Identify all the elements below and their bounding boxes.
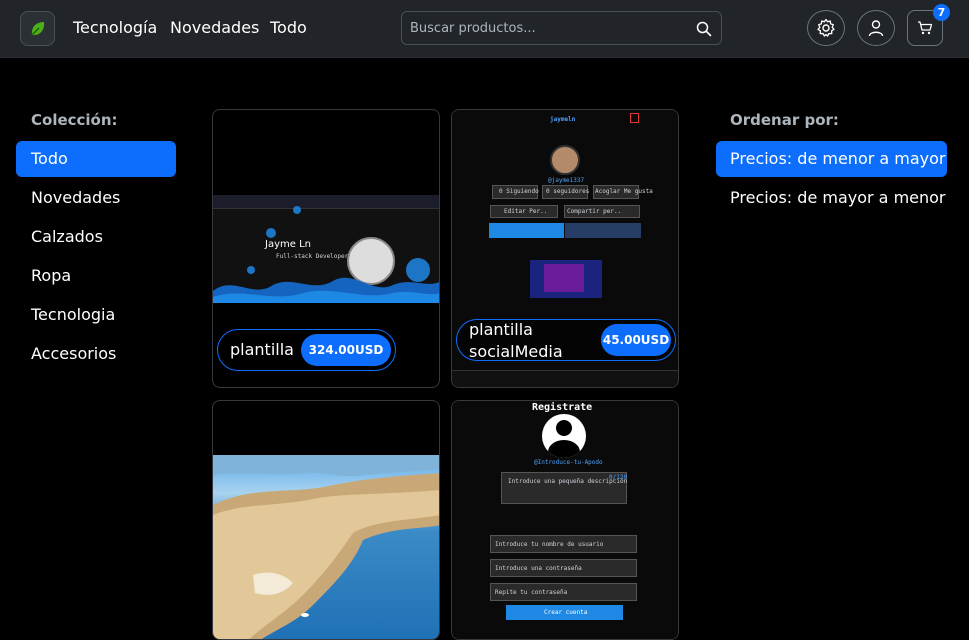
preview-stat: 0 seguidores — [546, 188, 590, 195]
sort-option-desc[interactable]: Precios: de mayor a menor — [716, 180, 947, 216]
settings-button[interactable] — [807, 10, 845, 46]
cart-count-badge: 7 — [933, 4, 950, 21]
gear-icon — [817, 18, 835, 37]
product-image: Registrate @Introduce-tu-Apodo Introduce… — [452, 401, 678, 639]
user-account-button[interactable] — [857, 10, 895, 46]
collection-item-novedades[interactable]: Novedades — [16, 180, 176, 216]
brand-logo[interactable] — [20, 11, 55, 46]
product-price: 45.00USD — [601, 324, 671, 356]
search-icon — [696, 21, 712, 37]
product-name: plantilla — [230, 340, 294, 359]
preview-field: Repite tu contraseña — [495, 589, 568, 596]
user-icon — [868, 20, 884, 37]
collection-item-todo[interactable]: Todo — [16, 141, 176, 177]
preview-stat: 0 Siguiendo — [499, 188, 539, 195]
sort-title: Ordenar por: — [730, 111, 839, 129]
nav-link-novedades[interactable]: Novedades — [170, 18, 259, 38]
nav-link-todo[interactable]: Todo — [270, 18, 307, 38]
product-card[interactable]: Registrate @Introduce-tu-Apodo Introduce… — [451, 400, 679, 640]
product-card[interactable]: Jayme Ln Full-stack Developer plantilla … — [212, 109, 440, 388]
product-image — [213, 455, 439, 639]
top-navbar: Tecnología Novedades Todo 7 — [0, 0, 969, 58]
product-card[interactable]: jaymeln @jayme1337 0 Siguiendo 0 seguido… — [451, 109, 679, 388]
preview-handle: @jayme1337 — [548, 177, 585, 184]
product-name: plantilla socialMedia — [469, 320, 563, 361]
product-price: 324.00USD — [301, 334, 391, 366]
search-bar — [401, 11, 722, 45]
search-input[interactable] — [410, 18, 690, 38]
product-image: Jayme Ln Full-stack Developer — [213, 195, 439, 303]
sort-option-asc[interactable]: Precios: de menor a mayor — [716, 141, 947, 177]
product-info-pill: plantilla socialMedia 45.00USD — [456, 319, 676, 361]
preview-submit: Crear cuenta — [544, 609, 588, 616]
cart-icon — [918, 21, 933, 35]
collection-item-ropa[interactable]: Ropa — [16, 258, 176, 294]
product-card[interactable] — [212, 400, 440, 640]
product-info-pill: plantilla 324.00USD — [217, 329, 396, 371]
preview-button: Editar Per.. — [504, 208, 548, 215]
preview-field: Introduce una contraseña — [495, 565, 582, 572]
search-button[interactable] — [693, 18, 715, 40]
collection-item-tecnologia[interactable]: Tecnologia — [16, 297, 176, 333]
preview-handle: @Introduce-tu-Apodo — [534, 459, 603, 466]
preview-user: jaymeln — [550, 116, 576, 123]
collection-title: Colección: — [31, 111, 118, 129]
preview-stat: Acoglar Me gusta — [595, 188, 653, 195]
leaf-icon — [31, 21, 44, 35]
collection-item-calzados[interactable]: Calzados — [16, 219, 176, 255]
nav-link-tecnologia[interactable]: Tecnología — [73, 18, 157, 38]
preview-field: Introduce tu nombre de usuario — [495, 541, 604, 548]
preview-button: Compartir per.. — [567, 208, 622, 215]
collection-item-accesorios[interactable]: Accesorios — [16, 336, 176, 372]
preview-counter: 0/120 — [609, 474, 628, 481]
preview-title: Registrate — [532, 402, 593, 413]
